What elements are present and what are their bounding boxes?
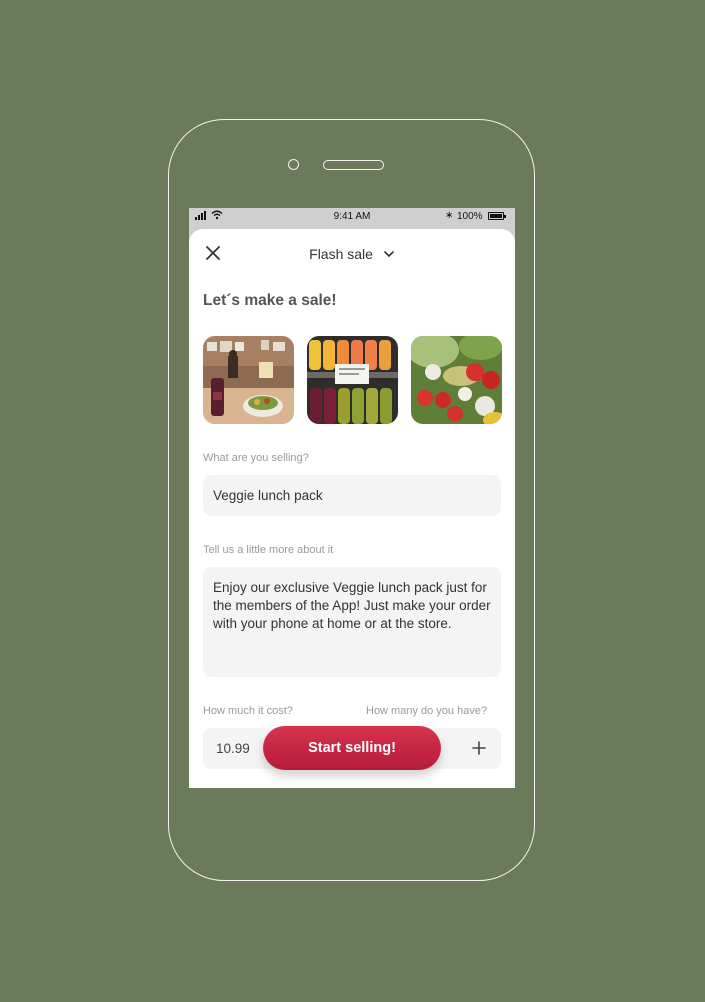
phone-speaker [323,160,384,170]
battery-icon [488,212,506,220]
start-selling-button[interactable]: Start selling! [263,726,441,770]
price-label: How much it cost? [203,705,293,717]
cafe-photo[interactable] [203,336,294,424]
quantity-label: How many do you have? [366,705,488,717]
battery-percent: 100% [457,211,483,222]
phone-camera [288,159,299,170]
phone-screen: 9:41 AM ∗ 100% Flash sale Let´s make a s… [189,208,515,788]
status-bar: 9:41 AM ∗ 100% [189,208,515,226]
chevron-down-icon [384,251,394,258]
page-title: Flash sale [309,246,373,263]
juice-bottles-photo[interactable] [307,336,398,424]
salad-photo[interactable] [411,336,502,424]
page-heading: Let´s make a sale! [203,292,337,309]
price-input[interactable]: 10.99 [216,741,250,756]
item-label: What are you selling? [203,452,309,464]
description-label: Tell us a little more about it [203,544,334,556]
description-textarea[interactable]: Enjoy our exclusive Veggie lunch pack ju… [203,567,501,677]
bluetooth-icon: ∗ [445,210,454,221]
item-name-input[interactable]: Veggie lunch pack [203,475,501,516]
flash-sale-sheet: Flash sale Let´s make a sale! What are y… [189,229,515,788]
sale-type-dropdown[interactable]: Flash sale [189,245,515,262]
plus-icon[interactable] [469,738,489,758]
